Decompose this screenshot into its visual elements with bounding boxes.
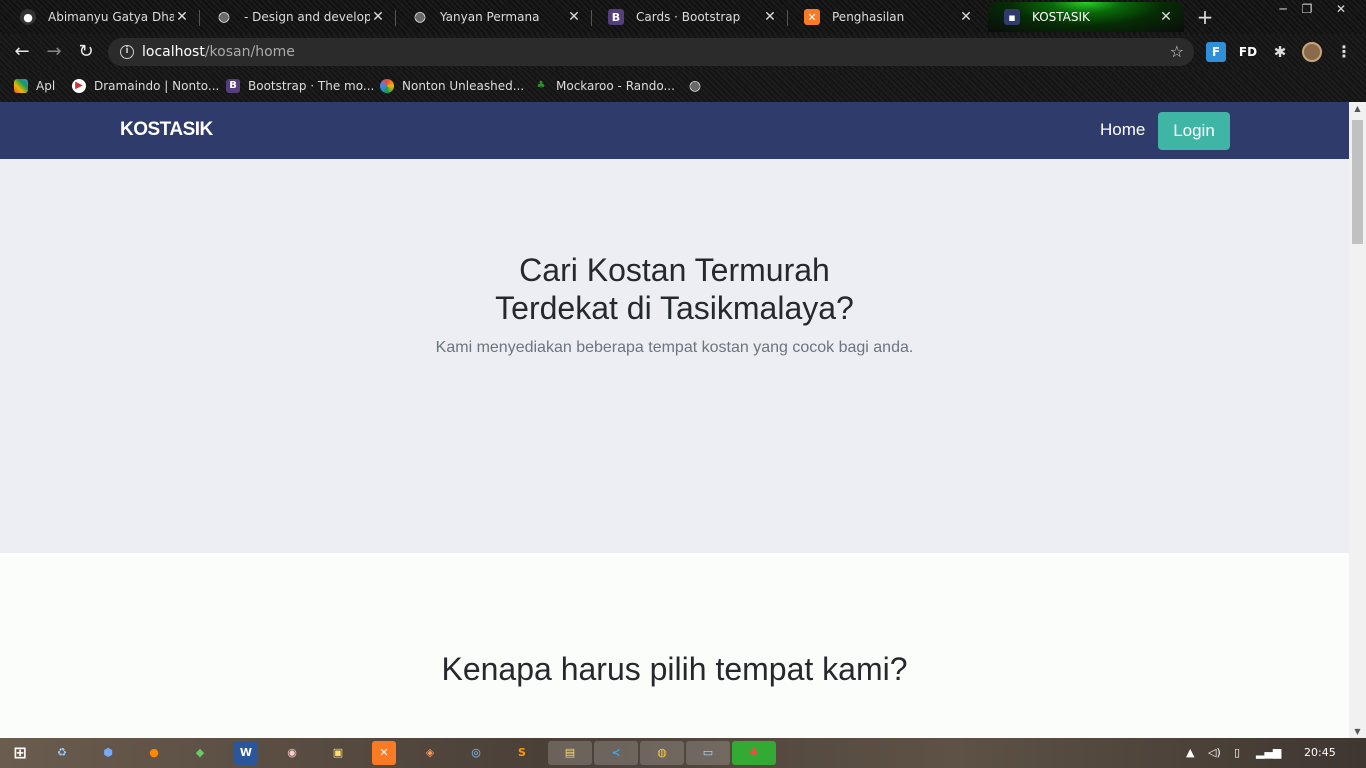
close-icon[interactable]: ✕ — [566, 9, 582, 25]
pinwheel-icon — [380, 79, 394, 93]
close-window-button[interactable]: ✕ — [1326, 0, 1356, 18]
site-icon: ▪ — [1004, 9, 1020, 25]
recycle-icon[interactable]: ♻ — [50, 741, 74, 765]
chrome-icon[interactable]: ◍ — [640, 741, 684, 765]
globe-icon: ◍ — [413, 9, 427, 25]
bootstrap-icon: B — [226, 79, 240, 93]
tab-title: KOSTASIK — [1032, 10, 1090, 24]
word-icon[interactable]: W — [234, 741, 258, 765]
scroll-thumb[interactable] — [1352, 120, 1363, 244]
hero-title: Cari Kostan Termurah Terdekat di Tasikma… — [0, 251, 1349, 327]
site-navbar: KOSTASIK Home Login — [0, 102, 1349, 159]
bookmark-bootstrap[interactable]: B Bootstrap · The mo... — [226, 76, 374, 96]
tab-penghasilan[interactable]: ✕ Penghasilan ✕ — [788, 2, 984, 32]
media-icon[interactable]: ◉ — [280, 741, 304, 765]
address-bar[interactable]: i localhost/kosan/home ☆ — [108, 38, 1194, 66]
bookmarks-bar: Apl ▶ Dramaindo | Nonto... B Bootstrap ·… — [0, 70, 1366, 102]
bookmark-globe[interactable]: ◍ — [688, 76, 710, 96]
tab-strip: ● Abimanyu Gatya Dhanes ✕ ◍ - Design and… — [0, 0, 1366, 34]
page-viewport: KOSTASIK Home Login Cari Kostan Termurah… — [0, 102, 1349, 738]
globe-icon: ◍ — [688, 78, 702, 94]
files-icon[interactable]: ▣ — [326, 741, 350, 765]
explorer-icon[interactable]: ▤ — [548, 741, 592, 765]
address-host: localhost — [142, 44, 205, 60]
page-scrollbar[interactable]: ▲ ▼ — [1349, 102, 1366, 738]
network-icon[interactable]: ◎ — [464, 741, 488, 765]
box-icon[interactable]: ⬢ — [96, 741, 120, 765]
tab-kostasik[interactable]: ▪ KOSTASIK ✕ — [988, 2, 1184, 32]
bookmark-mockaroo[interactable]: ♣ Mockaroo - Rando... — [534, 76, 675, 96]
avatar[interactable] — [1302, 42, 1322, 62]
tab-github[interactable]: ● Abimanyu Gatya Dhanes ✕ — [4, 2, 200, 32]
why-us-heading: Kenapa harus pilih tempat kami? — [441, 651, 908, 687]
xampp-icon: ✕ — [804, 9, 820, 25]
scroll-up-arrow-icon[interactable]: ▲ — [1349, 104, 1366, 113]
bookmark-apps[interactable]: Apl — [14, 76, 55, 96]
hero-subtitle: Kami menyediakan beberapa tempat kostan … — [435, 339, 914, 356]
bookmark-nonton[interactable]: Nonton Unleashed... — [380, 76, 524, 96]
hero-section: Cari Kostan Termurah Terdekat di Tasikma… — [0, 159, 1349, 553]
why-us-section: Kenapa harus pilih tempat kami? — [0, 553, 1349, 738]
volume-icon[interactable]: ◁) — [1208, 746, 1221, 759]
bookmark-star-icon[interactable]: ☆ — [1170, 42, 1184, 61]
new-tab-button[interactable]: + — [1194, 6, 1216, 28]
bookmark-label: Dramaindo | Nonto... — [94, 79, 220, 93]
clock[interactable]: 20:45 — [1304, 746, 1336, 759]
bookmark-label: Nonton Unleashed... — [402, 79, 525, 93]
globe-icon: ◍ — [217, 9, 231, 25]
mockaroo-icon: ♣ — [536, 80, 546, 91]
tab-yanyan[interactable]: ◍ Yanyan Permana ✕ — [396, 2, 592, 32]
hero-title-line2: Terdekat di Tasikmalaya? — [495, 290, 854, 326]
menu-kebab-icon[interactable]: ⋮ — [1334, 42, 1354, 62]
info-icon[interactable]: i — [120, 45, 134, 59]
play-icon: ▶ — [72, 79, 86, 93]
address-path: /kosan/home — [204, 44, 295, 60]
battery-icon[interactable]: ▯ — [1234, 746, 1240, 759]
git-icon[interactable]: ◈ — [418, 741, 442, 765]
nav-home-link[interactable]: Home — [1100, 120, 1145, 140]
tab-design[interactable]: ◍ - Design and develop br ✕ — [200, 2, 396, 32]
close-icon[interactable]: ✕ — [1158, 9, 1174, 25]
fi-extension-icon[interactable]: F — [1206, 42, 1226, 62]
tab-title: Abimanyu Gatya Dhanes — [48, 10, 174, 24]
scroll-down-arrow-icon[interactable]: ▼ — [1349, 727, 1366, 736]
restore-button[interactable]: ❐ — [1292, 0, 1322, 18]
browser-toolbar: ← → ↻ i localhost/kosan/home ☆ F FD ✱ ⋮ — [0, 34, 1366, 70]
puzzle-icon[interactable]: ✱ — [1270, 42, 1290, 62]
github-icon: ● — [20, 9, 36, 25]
login-button[interactable]: Login — [1158, 112, 1230, 150]
site-brand[interactable]: KOSTASIK — [120, 119, 213, 141]
notepad-icon[interactable]: ▭ — [686, 741, 730, 765]
spreadsheet-icon[interactable]: ◆ — [188, 741, 212, 765]
reload-button[interactable]: ↻ — [74, 40, 98, 64]
close-icon[interactable]: ✕ — [174, 9, 190, 25]
tab-title: Cards · Bootstrap — [636, 10, 741, 24]
bookmark-dramaindo[interactable]: ▶ Dramaindo | Nonto... — [72, 76, 219, 96]
back-button[interactable]: ← — [10, 40, 34, 64]
apps-grid-icon — [14, 79, 28, 93]
windows-start-icon[interactable]: ⊞ — [8, 741, 32, 765]
bookmark-label: Mockaroo - Rando... — [556, 79, 675, 93]
close-icon[interactable]: ✕ — [958, 9, 974, 25]
tab-bootstrap-cards[interactable]: B Cards · Bootstrap ✕ — [592, 2, 788, 32]
close-icon[interactable]: ✕ — [370, 9, 386, 25]
forward-button[interactable]: → — [42, 40, 66, 64]
hero-title-line1: Cari Kostan Termurah — [519, 252, 830, 288]
fd-extension-icon[interactable]: FD — [1238, 42, 1258, 62]
close-icon[interactable]: ✕ — [762, 9, 778, 25]
tab-title: Yanyan Permana — [440, 10, 540, 24]
bookmark-label: Bootstrap · The mo... — [248, 79, 375, 93]
sublime-icon[interactable]: S — [510, 741, 534, 765]
windows-taskbar: ⊞ ♻ ⬢ ● ◆ W ◉ ▣ ✕ ◈ ◎ S ▤ ≺ ◍ ▭ ✚ ▲ ◁) ▯… — [0, 738, 1366, 768]
app-red-icon[interactable]: ✚ — [732, 741, 776, 765]
tab-title: Penghasilan — [832, 10, 905, 24]
bootstrap-icon: B — [608, 9, 624, 25]
tab-title: - Design and develop br — [244, 10, 370, 24]
wifi-icon[interactable]: ▂▄▆ — [1256, 746, 1281, 759]
tray-chevron-icon[interactable]: ▲ — [1186, 746, 1194, 759]
bookmark-label: Apl — [36, 79, 56, 93]
vscode-icon[interactable]: ≺ — [594, 741, 638, 765]
firefox-icon[interactable]: ● — [142, 741, 166, 765]
xampp-icon[interactable]: ✕ — [372, 741, 396, 765]
